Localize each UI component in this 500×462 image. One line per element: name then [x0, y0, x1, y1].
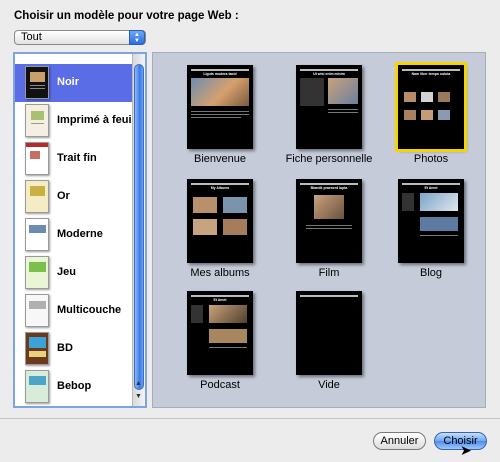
theme-item-jeu[interactable]: Jeu [15, 254, 133, 292]
theme-list-scrollbar[interactable]: ▲ ▼ [132, 54, 145, 406]
template-mes-albums[interactable]: My Albums Mes albums [170, 179, 270, 279]
template-photos-thumb: Nam liber tempo soluta [395, 62, 467, 152]
template-heading: Blandit praesent lupta [310, 186, 348, 190]
template-fiche-thumb: Ut wisi enim minim [296, 65, 362, 149]
theme-item-multicouche[interactable]: Multicouche [15, 292, 133, 330]
template-photos[interactable]: Nam liber tempo soluta Photos [381, 62, 481, 165]
theme-item-label: Jeu [57, 266, 76, 278]
theme-item-label: Imprimé à feuille [57, 114, 144, 126]
dialog-title: Choisir un modèle pour votre page Web : [14, 10, 239, 22]
theme-item-or[interactable]: Or [15, 178, 133, 216]
theme-item-bd[interactable]: BD [15, 330, 133, 368]
template-label: Vide [318, 379, 340, 391]
scroll-thumb[interactable] [134, 64, 144, 390]
template-bienvenue[interactable]: Liguts modera tacid Bienvenue [170, 65, 270, 165]
theme-item-label: Or [57, 190, 70, 202]
template-bienvenue-thumb: Liguts modera tacid [187, 65, 253, 149]
theme-item-label: BD [57, 342, 73, 354]
scroll-down-arrow-icon[interactable]: ▼ [135, 393, 142, 400]
theme-moderne-thumb [25, 218, 49, 251]
template-label: Bienvenue [194, 153, 246, 165]
theme-bd-thumb [25, 332, 49, 365]
theme-multicouche-thumb [25, 294, 49, 327]
theme-or-thumb [25, 180, 49, 213]
template-heading: Liguts modera tacid [203, 72, 237, 76]
template-heading: Et Amet [424, 186, 438, 190]
bottom-divider [0, 418, 500, 419]
mouse-pointer-icon: ➤ [460, 442, 472, 458]
category-popup-value: Tout [21, 31, 42, 43]
theme-item-trait-fin[interactable]: Trait fin [15, 140, 133, 178]
theme-item-label: Trait fin [57, 152, 97, 164]
template-blog[interactable]: Et Amet Blog [381, 179, 481, 279]
theme-item-noir[interactable]: Noir [15, 64, 133, 102]
theme-item-label: Moderne [57, 228, 103, 240]
template-heading: My Albums [210, 186, 230, 190]
theme-imprime-thumb [25, 104, 49, 137]
template-film-thumb: Blandit praesent lupta [296, 179, 362, 263]
template-heading: Nam liber tempo soluta [411, 72, 451, 76]
template-label: Blog [419, 267, 443, 279]
popup-arrows-icon: ▲ ▼ [129, 30, 145, 45]
theme-item-imprime[interactable]: Imprimé à feuille [15, 102, 144, 140]
template-preview-area: Liguts modera tacid Bienvenue Ut wisi en… [152, 52, 486, 408]
template-film[interactable]: Blandit praesent lupta Film [279, 179, 379, 279]
template-vide[interactable]: Vide [279, 291, 379, 391]
theme-bebop-thumb [25, 370, 49, 403]
theme-list[interactable]: Noir Imprimé à feuille Trait fin Or Mode… [13, 52, 147, 408]
template-heading: Ut wisi enim minim [313, 72, 345, 76]
theme-item-label: Multicouche [57, 304, 122, 316]
theme-item-label: Bebop [57, 380, 92, 392]
template-label: Mes albums [190, 267, 250, 279]
theme-trait-fin-thumb [25, 142, 49, 175]
template-heading: Et Amet [213, 298, 227, 302]
template-vide-thumb [296, 291, 362, 375]
template-podcast-thumb: Et Amet [187, 291, 253, 375]
cancel-button[interactable]: Annuler [373, 432, 426, 450]
template-mes-albums-thumb: My Albums [187, 179, 253, 263]
theme-item-moderne[interactable]: Moderne [15, 216, 133, 254]
template-label: Film [318, 267, 340, 279]
scroll-up-arrow-icon[interactable]: ▲ [135, 380, 142, 387]
template-podcast[interactable]: Et Amet Podcast [170, 291, 270, 391]
theme-item-label: Noir [57, 76, 79, 88]
template-label: Photos [413, 153, 449, 165]
theme-noir-thumb [25, 66, 49, 99]
template-blog-thumb: Et Amet [398, 179, 464, 263]
theme-jeu-thumb [25, 256, 49, 289]
theme-item-bebop[interactable]: Bebop [15, 368, 133, 406]
template-label: Fiche personnelle [285, 153, 373, 165]
category-popup[interactable]: Tout ▲ ▼ [14, 30, 146, 45]
template-fiche-personnelle[interactable]: Ut wisi enim minim Fiche personnelle [279, 65, 379, 165]
template-label: Podcast [200, 379, 240, 391]
